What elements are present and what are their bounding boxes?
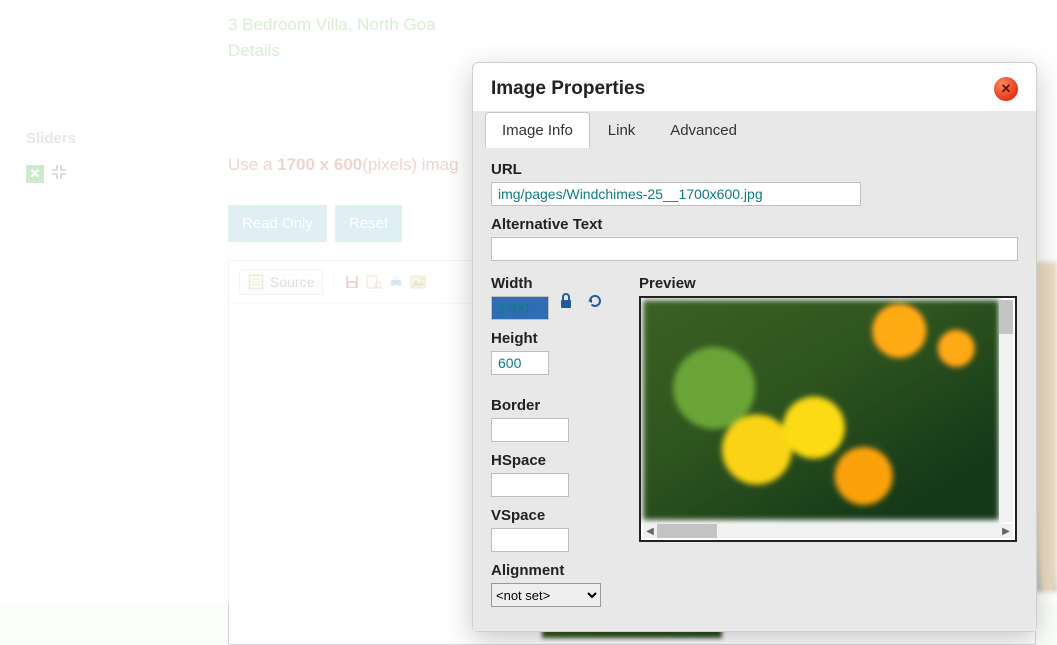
dialog-title: Image Properties (491, 78, 645, 100)
preview-horizontal-scrollbar[interactable]: ◀ ▶ (643, 524, 1013, 538)
tab-image-info[interactable]: Image Info (485, 112, 590, 148)
width-height-fields: Width Height (491, 275, 549, 375)
dialog-body: URL Alternative Text Width Height (473, 147, 1036, 631)
width-label: Width (491, 275, 549, 292)
preview-horizontal-scrollbar-thumb[interactable] (657, 524, 717, 538)
tab-link[interactable]: Link (591, 112, 653, 148)
reset-size-icon[interactable] (587, 293, 603, 314)
height-input[interactable] (491, 351, 549, 375)
left-column: Width Height (491, 275, 611, 607)
vspace-label: VSpace (491, 507, 611, 524)
border-input[interactable] (491, 418, 569, 442)
url-field-row: URL (491, 161, 1018, 206)
ratio-icons (559, 275, 603, 314)
preview-vertical-scrollbar-thumb[interactable] (999, 300, 1013, 334)
close-button[interactable]: ✕ (994, 77, 1018, 101)
tab-panel-image-info: URL Alternative Text Width Height (491, 161, 1018, 607)
height-label: Height (491, 330, 549, 347)
width-input[interactable] (491, 296, 549, 320)
dialog-tabs: Image Info Link Advanced (473, 111, 1036, 147)
preview-image (643, 300, 999, 520)
url-label: URL (491, 161, 1018, 178)
tab-advanced[interactable]: Advanced (653, 112, 754, 148)
preview-vertical-scrollbar[interactable] (999, 300, 1013, 522)
preview-horizontal-scrollbar-track[interactable] (657, 524, 999, 538)
lock-ratio-icon[interactable] (559, 293, 573, 314)
close-icon: ✕ (1001, 81, 1012, 97)
columns: Width Height (491, 275, 1018, 607)
alignment-select[interactable]: <not set> (491, 583, 601, 607)
right-column: Preview ◀ ▶ (639, 275, 1018, 607)
preview-label: Preview (639, 275, 1018, 292)
scroll-left-icon[interactable]: ◀ (643, 524, 657, 538)
alignment-label: Alignment (491, 562, 611, 579)
border-label: Border (491, 397, 611, 414)
vspace-input[interactable] (491, 528, 569, 552)
alt-field-row: Alternative Text (491, 216, 1018, 261)
scroll-right-icon[interactable]: ▶ (999, 524, 1013, 538)
image-properties-dialog: Image Properties ✕ Image Info Link Advan… (472, 62, 1037, 632)
preview-box: ◀ ▶ (639, 296, 1017, 542)
hspace-input[interactable] (491, 473, 569, 497)
alt-input[interactable] (491, 237, 1018, 261)
alt-label: Alternative Text (491, 216, 1018, 233)
hspace-label: HSpace (491, 452, 611, 469)
dialog-header: Image Properties ✕ (473, 63, 1036, 111)
url-input[interactable] (491, 182, 861, 206)
width-height-row: Width Height (491, 275, 611, 375)
